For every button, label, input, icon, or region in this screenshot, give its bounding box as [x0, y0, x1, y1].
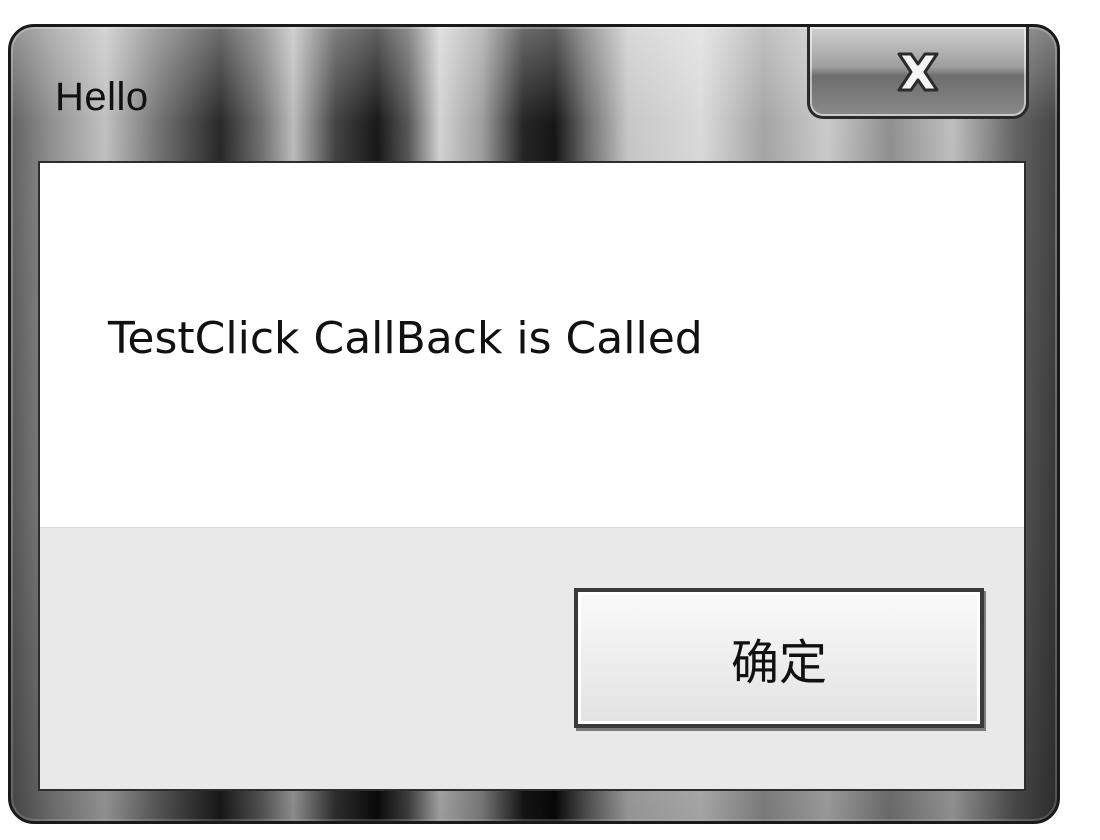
close-button[interactable]	[807, 27, 1029, 119]
message-text: TestClick CallBack is Called	[108, 313, 703, 364]
window-title: Hello	[55, 75, 149, 119]
message-panel: TestClick CallBack is Called	[40, 163, 1024, 527]
dialog-client-area: TestClick CallBack is Called 确定	[38, 161, 1026, 791]
button-panel: 确定	[40, 527, 1024, 789]
ok-button[interactable]: 确定	[574, 588, 984, 728]
message-box-window: Hello TestClick CallBack is Called 确定	[8, 24, 1060, 824]
close-icon	[897, 52, 939, 91]
